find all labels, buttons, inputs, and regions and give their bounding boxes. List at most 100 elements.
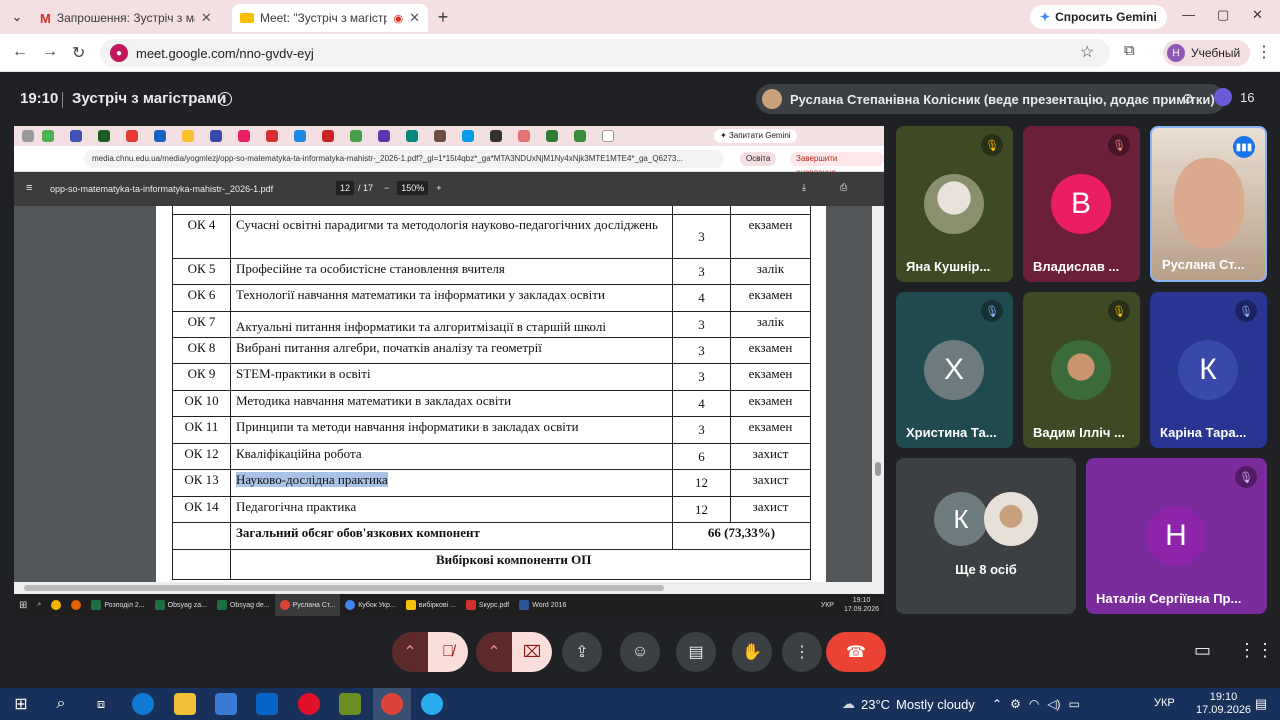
mail-icon[interactable] — [256, 693, 278, 715]
pdf-toolbar: ≡ opp-so-matematyka-ta-informatyka-mahis… — [14, 172, 884, 206]
participant-tile-speaking[interactable]: ▮▮▮ Руслана Ст... — [1150, 126, 1267, 282]
mic-off-icon: 🎙 — [1235, 300, 1257, 322]
video-options-button[interactable]: ⌃ — [476, 632, 512, 672]
reload-icon[interactable]: ↻ — [72, 43, 85, 63]
tab-favicon — [238, 130, 250, 142]
participant-tile[interactable]: Х 🎙 Христина Та... — [896, 292, 1013, 448]
forward-icon[interactable]: → — [42, 43, 58, 61]
extensions-icon[interactable]: ⧉ — [1124, 42, 1135, 59]
tab-favicon — [294, 130, 306, 142]
more-participants-tile[interactable]: К Ще 8 осіб — [896, 458, 1076, 614]
chevron-up-icon[interactable]: ⌃ — [992, 697, 1002, 711]
network-icon[interactable]: ⚙ — [1010, 697, 1021, 711]
tab-favicon — [126, 130, 138, 142]
participant-tile[interactable]: В 🎙 Владислав ... — [1023, 126, 1140, 282]
divider — [62, 92, 63, 108]
participant-photo — [984, 492, 1038, 546]
info-icon[interactable]: i — [218, 92, 232, 106]
menu-kebab-icon[interactable]: ⋮ — [1256, 42, 1272, 62]
edge-icon[interactable] — [132, 693, 154, 715]
camera-toggle-button[interactable]: ⌧ — [512, 632, 552, 672]
presenter-indicator[interactable]: Руслана Степанівна Колісник (веде презен… — [756, 84, 1225, 114]
pdf-menu-icon: ≡ — [26, 182, 33, 194]
emoji-icon: ☺ — [631, 643, 649, 660]
tab-favicon — [462, 130, 474, 142]
input-language[interactable]: УКР — [1154, 697, 1175, 709]
tab-favicon — [350, 130, 362, 142]
table-row: ОК 8 Вибрані питання алгебри, початків а… — [172, 337, 811, 364]
taskbar-app: Word 2016 — [514, 594, 571, 616]
new-tab-icon[interactable]: + — [432, 6, 454, 28]
tab-title: Запрошення: Зустріч з магістр — [56, 11, 195, 25]
pdf-zoom: − 150% + — [384, 181, 442, 195]
url-text: meet.google.com/nno-gvdv-eyj — [136, 45, 314, 61]
maximize-icon[interactable]: ▢ — [1217, 7, 1229, 23]
taskbar-app: Кубок Укр... — [340, 594, 401, 616]
system-clock[interactable]: 19:10 17.09.2026 — [1196, 691, 1251, 717]
cloud-icon: ☁ — [842, 696, 855, 711]
mic-off-icon: 🎙 — [1108, 134, 1130, 156]
wifi-icon[interactable]: ◠ — [1029, 697, 1039, 711]
opera-icon[interactable] — [298, 693, 320, 715]
participant-tile[interactable]: 🎙 Вадим Ілліч ... — [1023, 292, 1140, 448]
search-icon[interactable]: ⌕ — [50, 693, 72, 715]
table-row-total: Загальний обсяг обов'язкових компонент 6… — [172, 522, 811, 550]
tab-favicon — [98, 130, 110, 142]
table-row — [172, 206, 811, 215]
profile-chip[interactable]: Н Учебный — [1163, 40, 1251, 66]
bookmark-star-icon[interactable]: ☆ — [1080, 42, 1094, 62]
tab-title: Meet: "Зустріч з магістрам — [259, 11, 388, 25]
tab-invitation[interactable]: M Запрошення: Зустріч з магістр ✕ — [32, 4, 228, 32]
table-row: ОК 7 Актуальні питання інформатики та ал… — [172, 311, 811, 338]
present-icon: ⇪ — [575, 644, 589, 661]
audio-options-button[interactable]: ⌃ — [392, 632, 428, 672]
tab-meet[interactable]: Meet: "Зустріч з магістрам ◉ ✕ — [232, 4, 428, 32]
weather-widget[interactable]: ☁ 23°C Mostly cloudy — [842, 696, 975, 712]
gemini-button[interactable]: ✦ Спросить Gemini — [1030, 5, 1167, 29]
leave-call-button[interactable]: ☎ — [826, 632, 886, 672]
meeting-clock: 19:10 — [20, 90, 59, 107]
pdf-horizontal-scrollbar — [14, 582, 884, 594]
back-icon[interactable]: ← — [12, 43, 28, 61]
participants-button[interactable]: 16 — [1214, 88, 1254, 106]
participant-avatar: Н — [1146, 506, 1206, 566]
store-icon[interactable] — [215, 693, 237, 715]
address-bar[interactable]: ● meet.google.com/nno-gvdv-eyj — [100, 39, 1110, 67]
volume-icon[interactable]: ◁) — [1047, 697, 1060, 711]
tab-search-chevron-icon[interactable]: ⌄ — [6, 6, 28, 28]
hide-self-icon[interactable]: ⊘ — [1182, 90, 1194, 107]
activities-grid-icon[interactable]: ⋮⋮ — [1238, 640, 1274, 661]
present-screen-button[interactable]: ⇪ — [562, 632, 602, 672]
participant-tile[interactable]: 🎙 Яна Кушнір... — [896, 126, 1013, 282]
minimize-icon[interactable]: — — [1182, 7, 1195, 22]
window-close-icon[interactable]: ✕ — [1252, 7, 1263, 23]
participant-tile[interactable]: Н 🎙 Наталія Сергіївна Пр... — [1086, 458, 1267, 614]
file-explorer-icon[interactable] — [174, 693, 196, 715]
task-view-icon[interactable]: ⧈ — [90, 693, 112, 715]
windows-start-icon[interactable]: ⊞ — [10, 693, 32, 715]
reactions-button[interactable]: ☺ — [620, 632, 660, 672]
gemini-icon: ✦ — [1040, 10, 1051, 24]
telegram-icon[interactable] — [421, 693, 443, 715]
meet-icon — [240, 13, 254, 23]
mic-toggle-button[interactable]: 🎙̸ — [428, 632, 468, 672]
participant-tile[interactable]: К 🎙 Каріна Тара... — [1150, 292, 1267, 448]
phone-hangup-icon: ☎ — [846, 644, 866, 661]
app-icon[interactable] — [339, 693, 361, 715]
close-icon[interactable]: ✕ — [409, 10, 420, 26]
chrome-icon[interactable] — [381, 693, 403, 715]
raise-hand-button[interactable]: ✋ — [732, 632, 772, 672]
participant-photo — [1051, 340, 1111, 400]
battery-icon[interactable]: ▭ — [1069, 697, 1080, 711]
chevron-up-icon: ⌃ — [487, 644, 501, 661]
more-vert-icon: ⋮ — [794, 644, 810, 661]
close-icon[interactable]: ✕ — [201, 10, 212, 26]
mic-off-icon: 🎙 — [1108, 300, 1130, 322]
captions-button[interactable]: ▤ — [676, 632, 716, 672]
pdf-filename: opp-so-matematyka-ta-informatyka-mahistr… — [50, 184, 274, 194]
more-options-button[interactable]: ⋮ — [782, 632, 822, 672]
chat-icon[interactable]: ▭ — [1194, 640, 1211, 661]
tab-favicon — [210, 130, 222, 142]
chevron-up-icon: ⌃ — [403, 644, 417, 661]
notifications-icon[interactable]: ▤ — [1250, 693, 1272, 715]
